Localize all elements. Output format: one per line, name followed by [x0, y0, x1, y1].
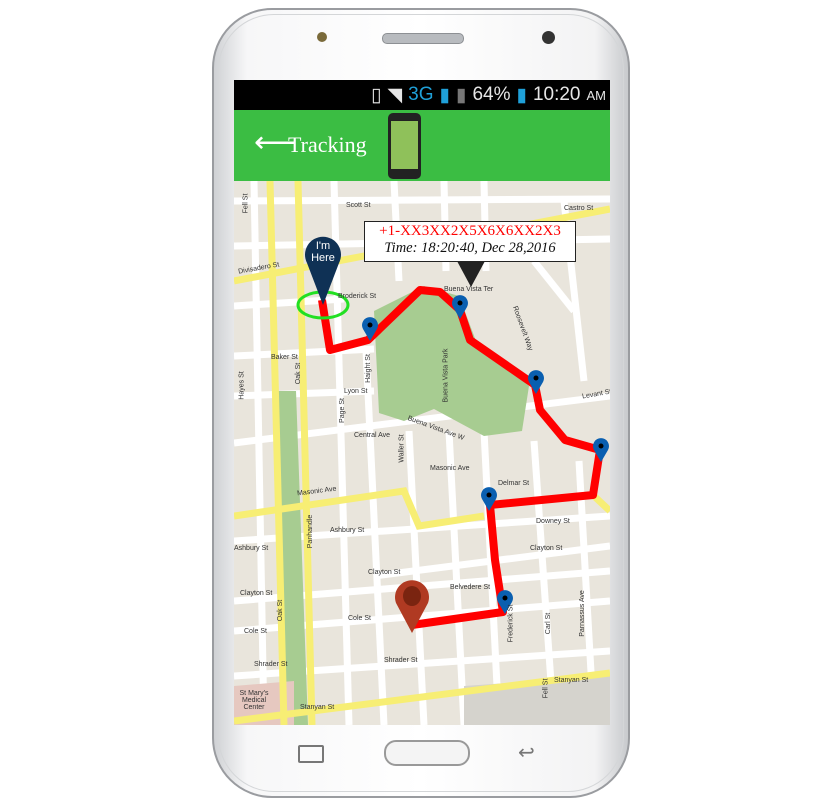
street-label: Cole St [244, 628, 267, 635]
clock-ampm: AM [586, 87, 607, 103]
street-label: Lyon St [344, 388, 368, 395]
status-bar: ▯ ◥ 3G ▮ ▮ 64% ▮ 10:20 AM [234, 80, 610, 110]
back-nav-icon[interactable]: ↩ [518, 740, 535, 765]
street-label: Ashbury St [234, 545, 269, 552]
info-popup: +1-XX3XX2X5X6X6XX2X3 Time: 18:20:40, Dec… [364, 221, 576, 287]
map[interactable] [234, 181, 610, 725]
popup-time: Time: 18:20:40, Dec 28,2016 [384, 240, 556, 256]
clock: 10:20 [532, 84, 581, 105]
street-label: Hayes St [238, 371, 246, 400]
here-label-line1: I'm [315, 240, 331, 252]
app-bar: ⟵ Tracking [234, 110, 610, 181]
network-type: 3G [408, 84, 434, 105]
street-label: Shrader St [254, 661, 288, 668]
street-label: Clayton St [530, 545, 563, 552]
map-label-panhandle: Panhandle [307, 514, 315, 549]
screen: ▯ ◥ 3G ▮ ▮ 64% ▮ 10:20 AM ⟵ Tracking I'm… [234, 80, 610, 725]
street-label: Oak St [295, 362, 303, 385]
street-label: Central Ave [354, 432, 391, 439]
battery-icon: ▮ [516, 84, 527, 106]
street-label: Page St [338, 398, 346, 423]
map-label-hospital: St Mary's Medical Center [239, 690, 269, 711]
street-label: Shrader St [384, 657, 418, 664]
here-label: I'm Here [305, 240, 341, 264]
street-label: Masonic Ave [430, 465, 470, 472]
street-label: Haight St [364, 354, 372, 383]
street-label: Clayton St [368, 569, 401, 576]
page-title: Tracking [288, 132, 367, 157]
street-label: Fell St [542, 678, 550, 699]
popup-phone: +1-XX3XX2X5X6X6XX2X3 [379, 223, 561, 239]
street-label: Cole St [348, 615, 371, 622]
recent-apps-button[interactable] [298, 745, 324, 763]
wifi-icon: ◥ [387, 84, 403, 106]
earpiece-speaker [382, 33, 464, 44]
street-label: Baker St [271, 354, 298, 361]
proximity-sensor [317, 32, 327, 42]
street-label: Fell St [242, 193, 250, 214]
street-label: Carl St [545, 612, 553, 635]
street-label: Waller St [398, 434, 406, 463]
street-label: Frederick St [507, 604, 515, 643]
street-label: Buena Vista Ter [444, 286, 494, 293]
no-signal-icon: ▮ [455, 84, 467, 106]
street-label: Parnassus Ave [578, 590, 586, 637]
home-button[interactable] [384, 740, 470, 766]
street-label: Ashbury St [330, 527, 365, 534]
front-camera [542, 31, 555, 44]
here-label-line2: Here [311, 252, 335, 264]
street-label: Downey St [536, 518, 570, 525]
street-label: Belvedere St [450, 584, 491, 591]
street-label: Stanyan St [300, 704, 335, 711]
street-label: Broderick St [338, 293, 377, 300]
street-label: Clayton St [240, 590, 273, 597]
street-label: Castro St [564, 205, 594, 212]
street-label: Stanyan St [554, 677, 589, 684]
signal-icon: ▮ [439, 84, 450, 106]
street-label: Delmar St [498, 480, 530, 487]
street-label: Oak St [277, 599, 285, 622]
map-label-park: Buena Vista Park [442, 348, 450, 403]
battery-percent: 64% [472, 84, 511, 105]
street-label: Scott St [346, 202, 371, 209]
phone-map-icon [388, 113, 421, 179]
rotate-icon: ▯ [371, 84, 382, 106]
